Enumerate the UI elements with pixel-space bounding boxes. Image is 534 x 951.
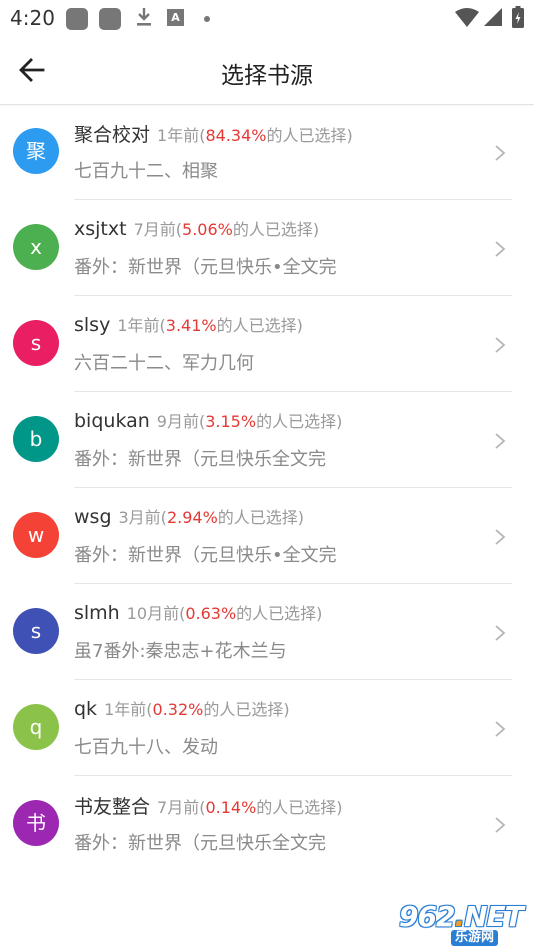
source-meta-suffix: 的人已选择) xyxy=(203,700,290,719)
source-row[interactable]: s slmh 10月前(0.63%的人已选择) 虽7番外:秦忠志+花木兰与 xyxy=(0,584,534,680)
source-list: 聚 聚合校对 1年前(84.34%的人已选择) 七百九十二、相聚 x xsjtxt… xyxy=(0,104,534,872)
source-header: wsg 3月前(2.94%的人已选择) xyxy=(74,504,304,528)
source-header: biqukan 9月前(3.15%的人已选择) xyxy=(74,408,342,432)
chevron-right-icon xyxy=(495,817,506,833)
source-time: 7月前( xyxy=(157,798,206,817)
source-time: 1年前( xyxy=(104,700,153,719)
status-bar: 4:20 A xyxy=(0,0,534,36)
source-latest-chapter: 番外：新世界（元旦快乐•全文完 xyxy=(74,257,337,278)
notification-square-icon xyxy=(99,8,121,30)
source-meta-suffix: 的人已选择) xyxy=(236,604,323,623)
wifi-icon xyxy=(455,8,479,27)
a-box-icon: A xyxy=(167,9,184,26)
source-meta-suffix: 的人已选择) xyxy=(216,316,303,335)
site-watermark: 962.NET 乐游网 xyxy=(395,900,529,946)
source-header: qk 1年前(0.32%的人已选择) xyxy=(74,696,290,720)
source-meta-suffix: 的人已选择) xyxy=(232,220,320,239)
source-meta-suffix: 的人已选择) xyxy=(256,798,343,817)
source-meta: 1年前(84.34%的人已选择) xyxy=(157,126,353,145)
page-title: 选择书源 xyxy=(221,63,313,89)
watermark-logo: 962.NET xyxy=(399,900,524,933)
source-latest-chapter: 番外：新世界（元旦快乐•全文完 xyxy=(74,545,337,566)
source-name: slsy xyxy=(74,314,111,336)
source-time: 1年前( xyxy=(157,126,206,145)
source-header: 聚合校对 1年前(84.34%的人已选择) xyxy=(74,120,353,147)
source-avatar: b xyxy=(13,416,59,462)
source-percentage: 3.15% xyxy=(205,412,257,431)
chevron-right-icon xyxy=(495,241,506,257)
source-percentage: 0.63% xyxy=(185,604,237,623)
source-row[interactable]: 书 书友整合 7月前(0.14%的人已选择) 番外：新世界（元旦快乐全文完 xyxy=(0,776,534,872)
source-meta: 9月前(3.15%的人已选择) xyxy=(157,412,343,431)
app-bar: 选择书源 xyxy=(0,36,534,105)
source-avatar: q xyxy=(13,704,59,750)
source-header: slmh 10月前(0.63%的人已选择) xyxy=(74,600,322,624)
source-row[interactable]: s slsy 1年前(3.41%的人已选择) 六百二十二、军力几何 xyxy=(0,296,534,392)
source-percentage: 0.32% xyxy=(152,700,204,719)
source-time: 7月前( xyxy=(133,220,183,239)
source-meta: 1年前(3.41%的人已选择) xyxy=(117,316,303,335)
source-percentage: 3.41% xyxy=(165,316,217,335)
source-percentage: 84.34% xyxy=(205,126,267,145)
chevron-right-icon xyxy=(495,625,506,641)
chevron-right-icon xyxy=(495,433,506,449)
source-time: 1年前( xyxy=(117,316,166,335)
source-latest-chapter: 六百二十二、军力几何 xyxy=(74,353,254,374)
source-avatar: x xyxy=(13,224,59,270)
source-meta: 10月前(0.63%的人已选择) xyxy=(127,604,323,623)
source-header: slsy 1年前(3.41%的人已选择) xyxy=(74,312,303,336)
source-avatar: w xyxy=(13,512,59,558)
source-meta-suffix: 的人已选择) xyxy=(217,508,305,527)
status-time: 4:20 xyxy=(10,6,55,30)
source-latest-chapter: 虽7番外:秦忠志+花木兰与 xyxy=(74,641,287,662)
source-latest-chapter: 番外：新世界（元旦快乐全文完 xyxy=(74,833,326,854)
source-header: 书友整合 7月前(0.14%的人已选择) xyxy=(74,792,343,819)
source-percentage: 2.94% xyxy=(166,508,218,527)
signal-icon xyxy=(484,8,502,26)
source-name: slmh xyxy=(74,602,120,624)
source-avatar: s xyxy=(13,320,59,366)
source-meta: 7月前(0.14%的人已选择) xyxy=(157,798,343,817)
download-icon xyxy=(137,8,151,26)
source-avatar: 书 xyxy=(13,800,59,846)
source-avatar: 聚 xyxy=(13,128,59,174)
notification-square-icon xyxy=(66,8,88,30)
source-latest-chapter: 番外：新世界（元旦快乐全文完 xyxy=(74,449,326,470)
source-time: 10月前( xyxy=(126,604,186,623)
source-name: wsg xyxy=(74,506,112,528)
source-row[interactable]: x xsjtxt 7月前(5.06%的人已选择) 番外：新世界（元旦快乐•全文完 xyxy=(0,200,534,296)
source-avatar: s xyxy=(13,608,59,654)
source-row[interactable]: 聚 聚合校对 1年前(84.34%的人已选择) 七百九十二、相聚 xyxy=(0,104,534,200)
source-latest-chapter: 七百九十八、发动 xyxy=(74,737,218,758)
chevron-right-icon xyxy=(495,721,506,737)
source-name: biqukan xyxy=(74,410,150,432)
source-meta-suffix: 的人已选择) xyxy=(256,412,343,431)
watermark-subtitle: 乐游网 xyxy=(451,930,499,946)
source-name: 聚合校对 xyxy=(74,124,151,146)
source-meta: 1年前(0.32%的人已选择) xyxy=(104,700,290,719)
source-name: xsjtxt xyxy=(74,218,127,240)
chevron-right-icon xyxy=(495,337,506,353)
source-meta: 7月前(5.06%的人已选择) xyxy=(134,220,320,239)
source-name: qk xyxy=(74,698,98,720)
source-percentage: 5.06% xyxy=(182,220,233,239)
dot-icon xyxy=(204,16,210,22)
source-meta: 3月前(2.94%的人已选择) xyxy=(119,508,305,527)
battery-charging-icon xyxy=(512,6,524,28)
source-time: 9月前( xyxy=(156,412,206,431)
source-row[interactable]: b biqukan 9月前(3.15%的人已选择) 番外：新世界（元旦快乐全文完 xyxy=(0,392,534,488)
source-latest-chapter: 七百九十二、相聚 xyxy=(74,161,218,182)
chevron-right-icon xyxy=(495,145,506,161)
source-row[interactable]: w wsg 3月前(2.94%的人已选择) 番外：新世界（元旦快乐•全文完 xyxy=(0,488,534,584)
chevron-right-icon xyxy=(495,529,506,545)
source-name: 书友整合 xyxy=(74,796,151,818)
source-header: xsjtxt 7月前(5.06%的人已选择) xyxy=(74,216,319,240)
source-meta-suffix: 的人已选择) xyxy=(266,126,353,145)
source-percentage: 0.14% xyxy=(205,798,257,817)
source-row[interactable]: q qk 1年前(0.32%的人已选择) 七百九十八、发动 xyxy=(0,680,534,776)
source-time: 3月前( xyxy=(118,508,167,527)
